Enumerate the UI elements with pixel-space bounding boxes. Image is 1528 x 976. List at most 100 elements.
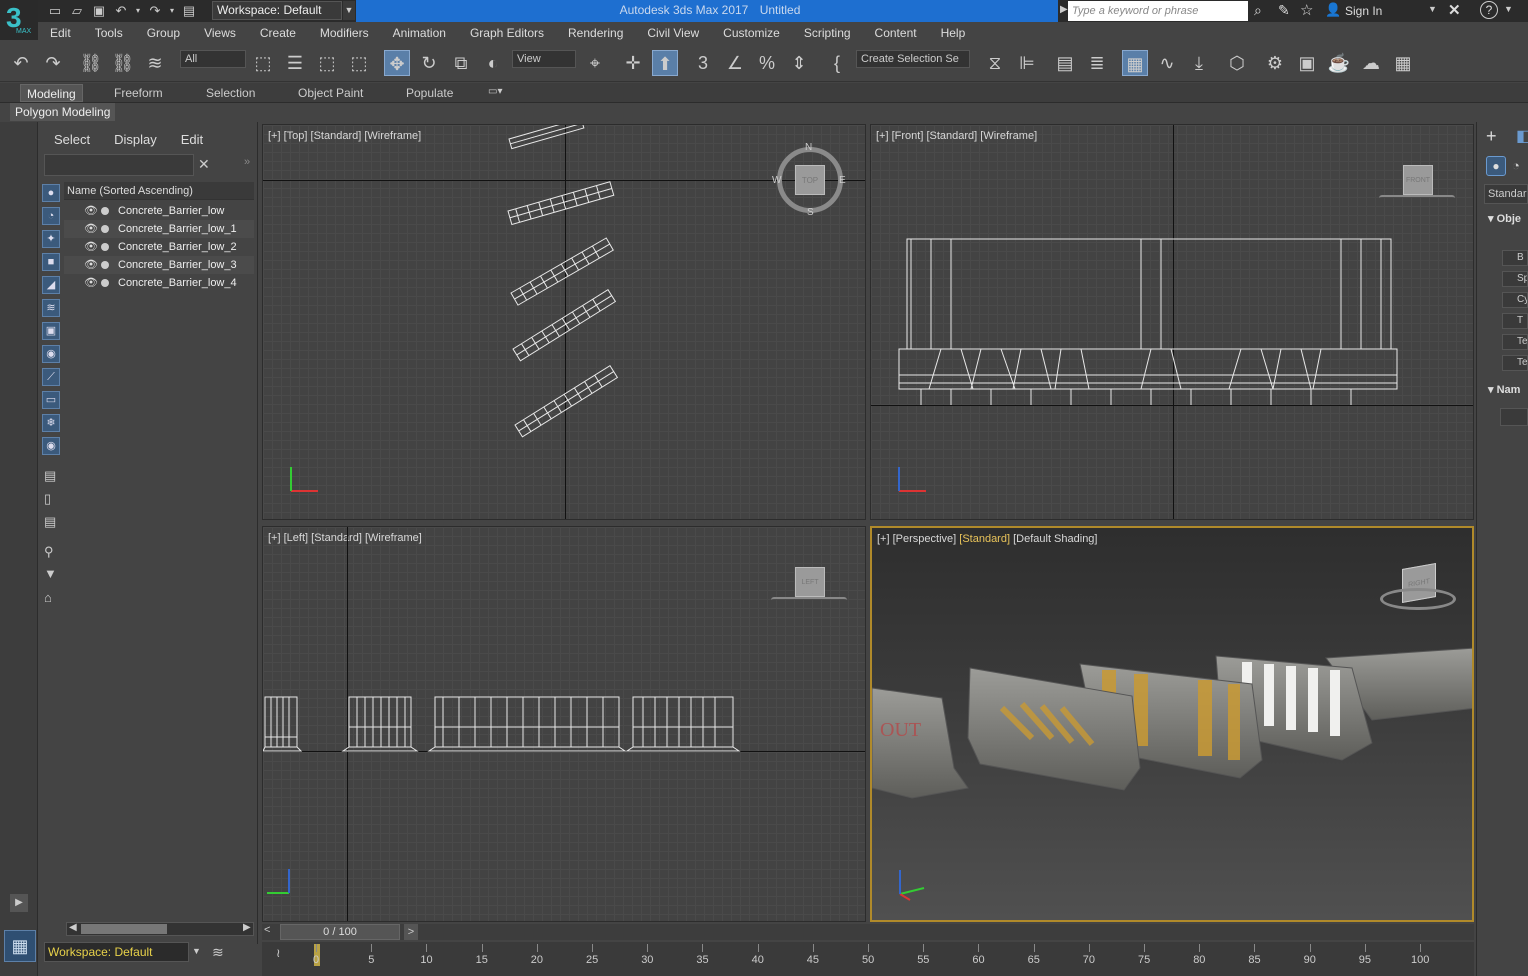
ribbon-tab-object-paint[interactable]: Object Paint: [292, 84, 369, 102]
display-cameras-icon[interactable]: ■: [42, 253, 60, 271]
display-none-icon[interactable]: ▯: [44, 491, 51, 507]
select-by-name-icon[interactable]: ☰: [282, 50, 308, 76]
scroll-thumb[interactable]: [81, 924, 167, 934]
viewcube-ring[interactable]: [1380, 588, 1456, 610]
menu-modifiers[interactable]: Modifiers: [308, 26, 381, 40]
user-icon[interactable]: 👤: [1325, 2, 1341, 18]
scene-object-row[interactable]: 👁 Concrete_Barrier_low_1: [64, 220, 254, 238]
open-file-icon[interactable]: ▱: [68, 3, 86, 19]
render-setup-icon[interactable]: ⚙: [1262, 50, 1288, 76]
workspace-selector-arrow-icon[interactable]: ▼: [192, 946, 201, 956]
viewcube-ring[interactable]: [771, 597, 847, 603]
previous-frame-icon[interactable]: <: [264, 924, 270, 936]
filter-icon[interactable]: ▼: [44, 566, 57, 581]
layer-explorer-icon[interactable]: ≣: [1084, 50, 1110, 76]
filter-disable-icon[interactable]: ⚲: [44, 544, 54, 560]
ribbon-tab-selection[interactable]: Selection: [200, 84, 261, 102]
help-dropdown-icon[interactable]: ▼: [1504, 4, 1513, 14]
redo-tool-icon[interactable]: ↷: [40, 50, 66, 76]
menu-civil-view[interactable]: Civil View: [635, 26, 711, 40]
menu-help[interactable]: Help: [929, 26, 978, 40]
object-type-button[interactable]: T: [1502, 313, 1528, 329]
menu-animation[interactable]: Animation: [381, 26, 458, 40]
display-frozen-icon[interactable]: ❄: [42, 414, 60, 432]
selection-set-icon[interactable]: ⌂: [44, 590, 52, 605]
top-viewport[interactable]: [+] [Top] [Standard] [Wireframe] TOP N S…: [262, 124, 866, 520]
freeze-dot-icon[interactable]: [101, 207, 109, 215]
mirror-icon[interactable]: ⧖: [982, 50, 1008, 76]
menu-content[interactable]: Content: [863, 26, 929, 40]
layer-manager-icon[interactable]: ≋: [212, 944, 224, 961]
expand-left-panel-icon[interactable]: ▶: [10, 894, 28, 912]
bind-space-warp-icon[interactable]: ≋: [142, 50, 168, 76]
menu-scripting[interactable]: Scripting: [792, 26, 863, 40]
communication-center-icon[interactable]: ✎: [1278, 2, 1290, 19]
snaps-toggle-icon[interactable]: 3: [690, 50, 716, 76]
display-lights-icon[interactable]: ✦: [42, 230, 60, 248]
menu-group[interactable]: Group: [135, 26, 192, 40]
object-type-button[interactable]: Te: [1502, 334, 1528, 350]
link-icon[interactable]: ⛓: [78, 50, 104, 76]
render-in-cloud-icon[interactable]: ☁: [1358, 50, 1384, 76]
viewcube[interactable]: TOP: [795, 165, 825, 195]
display-space-warps-icon[interactable]: ≋: [42, 299, 60, 317]
workspace-dropdown-arrow-icon[interactable]: ▼: [343, 1, 355, 20]
visibility-eye-icon[interactable]: 👁: [84, 238, 98, 256]
scene-object-row[interactable]: 👁 Concrete_Barrier_low: [64, 202, 254, 220]
named-selection-set-dropdown[interactable]: Create Selection Se: [856, 50, 970, 68]
viewport-layout-icon[interactable]: ▦: [4, 930, 36, 962]
display-hidden-icon[interactable]: ◉: [42, 437, 60, 455]
time-slider-track[interactable]: [262, 924, 1474, 940]
menu-tools[interactable]: Tools: [83, 26, 135, 40]
object-type-button[interactable]: Tex: [1502, 355, 1528, 371]
time-slider[interactable]: 0 / 100: [280, 924, 400, 940]
clear-search-icon[interactable]: ✕: [198, 156, 210, 173]
menu-graph-editors[interactable]: Graph Editors: [458, 26, 556, 40]
name-color-rollout[interactable]: ▾ Nam: [1488, 383, 1520, 396]
create-tab-icon[interactable]: +: [1486, 126, 1497, 147]
edit-named-selection-icon[interactable]: {: [824, 50, 850, 76]
geometry-category-icon[interactable]: ●: [1486, 156, 1506, 176]
a360-gallery-icon[interactable]: ▦: [1390, 50, 1416, 76]
new-file-icon[interactable]: ▭: [46, 3, 64, 19]
scene-explorer-menu-edit[interactable]: Edit: [169, 130, 215, 150]
freeze-dot-icon[interactable]: [101, 279, 109, 287]
keyboard-shortcut-override-icon[interactable]: ⬆: [652, 50, 678, 76]
help-icon[interactable]: ?: [1480, 1, 1498, 19]
polygon-modeling-panel[interactable]: Polygon Modeling: [10, 103, 116, 121]
display-groups-icon[interactable]: ▣: [42, 322, 60, 340]
display-containers-icon[interactable]: ▭: [42, 391, 60, 409]
binoculars-icon[interactable]: ⌕: [1254, 2, 1262, 19]
visibility-eye-icon[interactable]: 👁: [84, 202, 98, 220]
menu-views[interactable]: Views: [192, 26, 248, 40]
visibility-eye-icon[interactable]: 👁: [84, 256, 98, 274]
next-frame-icon[interactable]: >: [404, 924, 418, 940]
modify-tab-icon[interactable]: ◧: [1516, 126, 1528, 146]
display-invert-icon[interactable]: ▤: [44, 514, 56, 530]
perspective-viewport[interactable]: [+] [Perspective] [Standard] [Default Sh…: [870, 526, 1474, 922]
selection-filter-dropdown[interactable]: All: [180, 50, 246, 68]
select-manipulate-icon[interactable]: ✛: [620, 50, 646, 76]
window-crossing-icon[interactable]: ⬚: [346, 50, 372, 76]
left-viewport[interactable]: [+] [Left] [Standard] [Wireframe] LEFT: [262, 526, 866, 922]
shapes-category-icon[interactable]: ◔: [1512, 158, 1520, 173]
project-folder-icon[interactable]: ▤: [180, 3, 198, 19]
scene-column-header[interactable]: Name (Sorted Ascending): [64, 182, 254, 200]
display-shapes-icon[interactable]: ◔: [42, 207, 60, 225]
material-editor-icon[interactable]: ⬡: [1224, 50, 1250, 76]
spinner-snap-icon[interactable]: ⇕: [786, 50, 812, 76]
unlink-icon[interactable]: ⛓: [110, 50, 136, 76]
display-helpers-icon[interactable]: ◢: [42, 276, 60, 294]
display-all-icon[interactable]: ▤: [44, 468, 56, 484]
ribbon-tab-freeform[interactable]: Freeform: [108, 84, 169, 102]
scene-search-input[interactable]: [44, 154, 194, 176]
select-and-rotate-icon[interactable]: ↻: [416, 50, 442, 76]
visibility-eye-icon[interactable]: 👁: [84, 274, 98, 292]
viewcube-ring[interactable]: [1379, 195, 1455, 201]
scene-explorer-menu-select[interactable]: Select: [42, 130, 102, 150]
menu-create[interactable]: Create: [248, 26, 308, 40]
object-type-dropdown[interactable]: Standard: [1484, 184, 1528, 204]
rectangular-selection-icon[interactable]: ⬚: [314, 50, 340, 76]
menu-rendering[interactable]: Rendering: [556, 26, 635, 40]
workspace-selector[interactable]: Workspace: Default: [44, 942, 189, 962]
